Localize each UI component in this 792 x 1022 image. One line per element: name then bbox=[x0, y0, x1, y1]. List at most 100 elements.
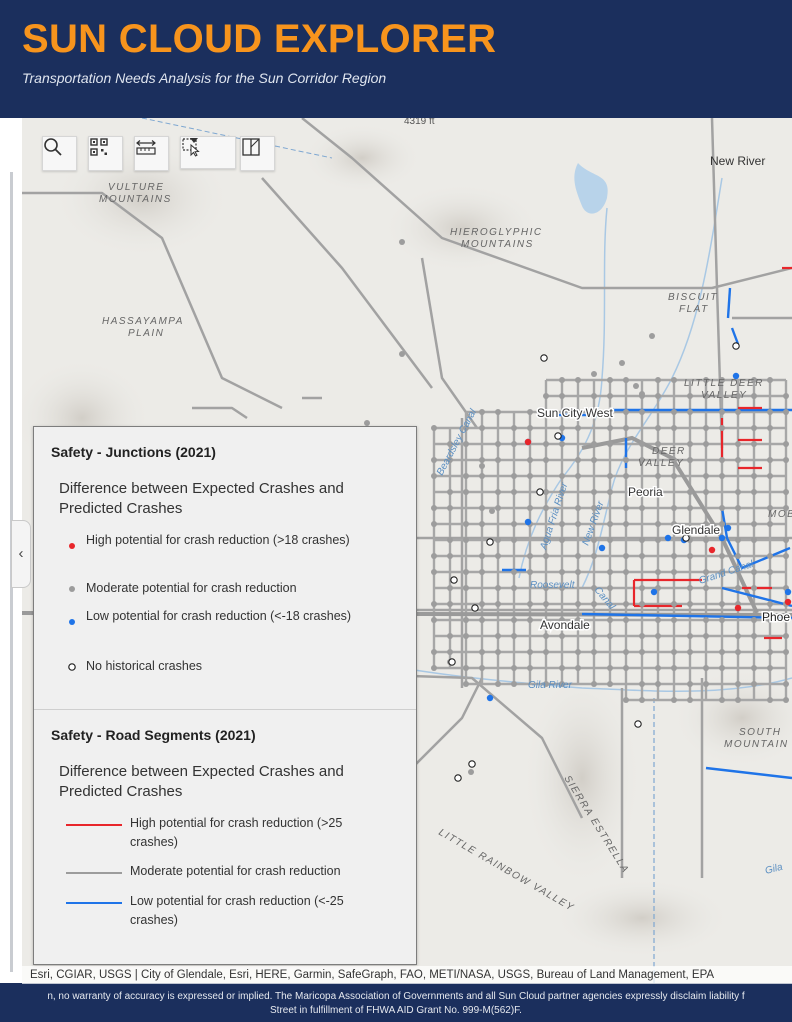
junction-moderate bbox=[607, 633, 613, 639]
junction-moderate bbox=[511, 617, 517, 623]
junction-moderate bbox=[687, 633, 693, 639]
hieroglyphic-label-1: HIEROGLYPHIC bbox=[450, 227, 543, 238]
biscuit-flat-label-1: BISCUIT bbox=[668, 292, 718, 303]
segments-legend-title: Safety - Road Segments (2021) bbox=[51, 727, 256, 743]
junction-moderate bbox=[783, 633, 789, 639]
legend-item-moderate-junction: Moderate potential for crash reduction bbox=[64, 579, 384, 599]
junctions-legend-subtitle: Difference between Expected Crashes and … bbox=[59, 480, 344, 517]
junction-moderate bbox=[687, 601, 693, 607]
junction-moderate bbox=[447, 585, 453, 591]
junction-moderate bbox=[703, 617, 709, 623]
junction-moderate bbox=[783, 649, 789, 655]
junction-moderate bbox=[479, 425, 485, 431]
elevation-label: 4319 ft bbox=[404, 118, 435, 127]
junction-moderate bbox=[511, 681, 517, 687]
red-line-icon bbox=[66, 824, 122, 826]
search-button[interactable] bbox=[42, 136, 77, 171]
junction-moderate bbox=[735, 585, 741, 591]
junction-moderate bbox=[623, 649, 629, 655]
junction-moderate bbox=[767, 425, 773, 431]
roosevelt-label: Roosevelt bbox=[530, 580, 576, 591]
junction-moderate bbox=[559, 473, 565, 479]
junction-moderate bbox=[591, 393, 597, 399]
junction-moderate bbox=[575, 505, 581, 511]
legend-label: Low potential for crash reduction (<-18 … bbox=[86, 609, 352, 623]
junction-moderate bbox=[623, 425, 629, 431]
junction-moderate bbox=[751, 665, 757, 671]
junction-moderate bbox=[687, 649, 693, 655]
junction-moderate bbox=[479, 569, 485, 575]
junction-moderate bbox=[671, 505, 677, 511]
junction-moderate bbox=[655, 633, 661, 639]
junction-moderate bbox=[463, 489, 469, 495]
legend-panel: Safety - Junctions (2021) Difference bet… bbox=[33, 426, 417, 965]
basemap-gallery-button[interactable] bbox=[88, 136, 123, 171]
legend-label: High potential for crash reduction (>25 … bbox=[130, 816, 343, 849]
junction-moderate bbox=[591, 489, 597, 495]
junction-moderate bbox=[399, 239, 405, 245]
junction-moderate bbox=[575, 473, 581, 479]
junction-moderate bbox=[591, 649, 597, 655]
junction-moderate bbox=[511, 569, 517, 575]
junction-moderate bbox=[623, 457, 629, 463]
junction-moderate bbox=[607, 681, 613, 687]
junction-moderate bbox=[575, 457, 581, 463]
junction-moderate bbox=[735, 681, 741, 687]
junction-moderate bbox=[767, 697, 773, 703]
junction-moderate bbox=[639, 537, 645, 543]
junction-moderate bbox=[719, 457, 725, 463]
junction-moderate bbox=[639, 391, 645, 397]
junction-moderate bbox=[687, 489, 693, 495]
junction-moderate bbox=[735, 505, 741, 511]
junction-moderate bbox=[671, 649, 677, 655]
junction-moderate bbox=[687, 393, 693, 399]
junction-moderate bbox=[767, 473, 773, 479]
legend-item-high-segment: High potential for crash reduction (>25 … bbox=[64, 814, 384, 854]
junction-moderate bbox=[527, 457, 533, 463]
junction-moderate bbox=[463, 617, 469, 623]
junction-moderate bbox=[607, 521, 613, 527]
junction-moderate bbox=[751, 489, 757, 495]
junction-no-crash bbox=[634, 720, 642, 728]
junction-moderate bbox=[527, 649, 533, 655]
select-button[interactable] bbox=[180, 136, 236, 169]
hollow-dot-icon bbox=[68, 663, 76, 671]
junction-moderate bbox=[751, 521, 757, 527]
junction-moderate bbox=[447, 633, 453, 639]
junction-moderate bbox=[431, 665, 437, 671]
expand-panel-button[interactable]: ‹ bbox=[11, 520, 31, 588]
junction-moderate bbox=[783, 393, 789, 399]
junction-moderate bbox=[463, 473, 469, 479]
junction-moderate bbox=[687, 697, 693, 703]
junction-moderate bbox=[735, 649, 741, 655]
junction-moderate bbox=[607, 425, 613, 431]
junction-moderate bbox=[607, 617, 613, 623]
junction-moderate bbox=[527, 505, 533, 511]
junction-moderate bbox=[751, 681, 757, 687]
junction-moderate bbox=[607, 569, 613, 575]
junction-moderate bbox=[783, 441, 789, 447]
deer-valley-label-1: DEER bbox=[652, 446, 686, 457]
junction-moderate bbox=[559, 633, 565, 639]
map-view[interactable]: 4319 ft New River VULTURE MOUNTAINS HIER… bbox=[22, 118, 792, 983]
caret-down-icon[interactable] bbox=[189, 137, 199, 145]
junction-moderate bbox=[719, 649, 725, 655]
junction-moderate bbox=[783, 681, 789, 687]
junction-moderate bbox=[591, 681, 597, 687]
junction-moderate bbox=[623, 553, 629, 559]
junction-moderate bbox=[639, 601, 645, 607]
junction-moderate bbox=[751, 585, 757, 591]
junction-moderate bbox=[623, 377, 629, 383]
swipe-button[interactable] bbox=[240, 136, 275, 171]
vulture-mountains-label-2: MOUNTAINS bbox=[99, 194, 172, 205]
junction-no-crash bbox=[448, 658, 456, 666]
junction-moderate bbox=[575, 553, 581, 559]
legend-label: No historical crashes bbox=[86, 659, 203, 673]
junction-moderate bbox=[655, 521, 661, 527]
junction-moderate bbox=[655, 425, 661, 431]
junction-moderate bbox=[639, 409, 645, 415]
measure-button[interactable] bbox=[134, 136, 169, 171]
junction-low bbox=[524, 518, 532, 526]
junction-moderate bbox=[479, 505, 485, 511]
map-attribution[interactable]: Esri, CGIAR, USGS | City of Glendale, Es… bbox=[22, 966, 792, 984]
